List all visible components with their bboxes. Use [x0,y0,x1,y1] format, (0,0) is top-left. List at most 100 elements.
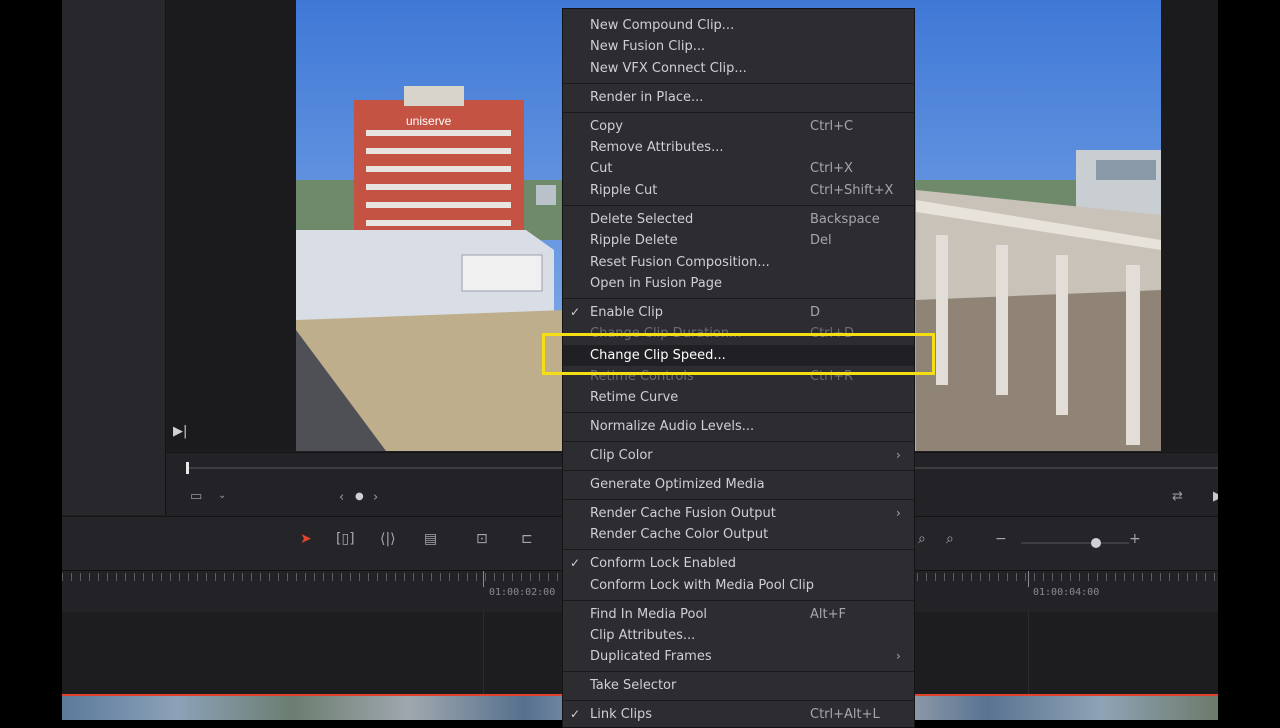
menu-item[interactable]: New Fusion Clip... [563,36,914,57]
timecode-label: 01:00:04:00 [1033,587,1100,598]
prev-icon[interactable]: ‹ [339,491,344,504]
menu-item-shortcut: Backspace [810,211,880,227]
menu-item-shortcut: Alt+F [810,606,846,622]
submenu-arrow-icon: › [896,448,901,463]
menu-item[interactable]: Generate Optimized Media [563,474,914,495]
zoom-minus-button[interactable]: − [995,528,1007,550]
menu-item-shortcut: Ctrl+C [810,118,854,134]
menu-item[interactable]: Delete Selected Backspace [563,209,914,230]
menu-item[interactable]: Ripple Cut Ctrl+Shift+X [563,180,914,201]
crop-icon[interactable]: ▭ [190,490,202,503]
blade-icon[interactable]: ▤ [424,528,437,550]
menu-item-label: Link Clips [590,707,653,723]
menu-item[interactable]: New Compound Clip... [563,15,914,36]
left-panel [62,0,166,515]
menu-item[interactable]: Cut Ctrl+X [563,158,914,179]
menu-item-label: Retime Curve [590,390,679,406]
menu-item[interactable]: Clip Attributes... [563,625,914,646]
zoom-plus-button[interactable]: + [1129,528,1141,550]
menu-item[interactable]: Ripple Delete Del [563,230,914,251]
highlight-outline [542,333,935,375]
menu-item-label: New Compound Clip... [590,18,735,33]
zoom-fit-icon[interactable]: ⌕ [918,528,926,550]
menu-item-shortcut: D [810,304,821,320]
playhead-handle[interactable] [186,462,189,474]
menu-item[interactable]: Remove Attributes... [563,137,914,158]
selection-arrow-icon[interactable]: ➤ [300,528,312,550]
zoom-detail-icon[interactable]: ⌕ [946,528,954,550]
menu-item-shortcut: Ctrl+X [810,161,853,177]
menu-separator [563,441,914,443]
submenu-arrow-icon: › [896,649,901,664]
menu-item-label: Take Selector [590,678,677,694]
menu-item-label: Open in Fusion Page [590,275,723,291]
chevron-down-icon[interactable]: ⌄ [218,491,226,501]
menu-item-label: Ripple Cut [590,182,658,198]
menu-separator [563,599,914,601]
menu-item-label: Render in Place... [590,89,704,105]
menu-item-label: Reset Fusion Composition... [590,254,770,270]
menu-item[interactable]: Reset Fusion Composition... [563,252,914,273]
menu-item[interactable]: Take Selector [563,675,914,696]
menu-item-shortcut: Ctrl+Shift+X [810,182,894,198]
checkmark-icon: ✓ [570,304,581,319]
menu-separator [563,499,914,500]
menu-item-label: Delete Selected [590,211,694,227]
menu-item-label: Ripple Delete [590,233,678,249]
menu-item[interactable]: Retime Curve [563,387,914,408]
menu-item-shortcut: Del [810,233,832,249]
menu-item[interactable]: Normalize Audio Levels... [563,416,914,437]
menu-item[interactable]: New VFX Connect Clip... [563,58,914,79]
dynamic-trim-icon[interactable]: ⟨|⟩ [380,528,396,550]
menu-item[interactable]: ✓ Enable Clip D [563,302,914,323]
menu-item-label: Enable Clip [590,304,663,320]
timecode-label: 01:00:02:00 [489,587,556,598]
menu-item-label: New Fusion Clip... [590,39,706,55]
menu-item[interactable]: Clip Color › [563,445,914,466]
menu-item-label: Clip Color [590,448,653,464]
menu-item-label: Render Cache Color Output [590,527,769,543]
menu-item[interactable]: Open in Fusion Page [563,273,914,294]
menu-item-label: Clip Attributes... [590,628,696,643]
checkmark-icon: ✓ [570,707,581,722]
dot-icon: ● [355,491,364,502]
checkmark-icon: ✓ [570,556,581,571]
menu-separator [563,470,914,472]
menu-item-label: New VFX Connect Clip... [590,60,747,76]
menu-item[interactable]: Copy Ctrl+C [563,116,914,137]
menu-item-label: Generate Optimized Media [590,477,765,493]
play-icon[interactable]: ▶ [1213,490,1218,503]
menu-separator [563,297,914,299]
menu-separator [563,412,914,414]
menu-separator [563,204,914,206]
menu-item-label: Normalize Audio Levels... [590,419,755,435]
menu-item[interactable]: Render in Place... [563,87,914,108]
insert-icon[interactable]: ⊏ [521,528,533,550]
menu-separator [563,82,914,84]
menu-item-label: Copy [590,118,623,134]
submenu-arrow-icon: › [896,506,901,520]
menu-item[interactable]: Render Cache Color Output [563,524,914,545]
overwrite-icon[interactable]: ⊡ [476,528,488,550]
zoom-slider-handle[interactable] [1091,538,1101,548]
menu-item[interactable]: ✓ Conform Lock Enabled [563,553,914,574]
zoom-slider[interactable] [1021,542,1129,544]
menu-item[interactable]: ✓ Link Clips Ctrl+Alt+L [563,704,914,725]
menu-separator [563,549,914,551]
menu-separator [563,671,914,673]
loop-icon[interactable]: ⇄ [1172,490,1183,503]
menu-item[interactable]: Duplicated Frames › [563,646,914,667]
menu-item-label: Remove Attributes... [590,140,724,155]
menu-item-label: Conform Lock with Media Pool Clip [590,577,814,593]
menu-item-label: Render Cache Fusion Output [590,506,776,521]
menu-item[interactable]: Render Cache Fusion Output › [563,503,914,524]
menu-item-label: Conform Lock Enabled [590,556,737,572]
menu-item-label: Find In Media Pool [590,606,708,622]
trim-icon[interactable]: [▯] [336,528,355,550]
building-sign-text: uniserve [406,114,452,128]
menu-separator [563,700,914,702]
menu-item[interactable]: Find In Media Pool Alt+F [563,604,914,625]
next-icon[interactable]: › [373,491,378,504]
skip-to-end-icon[interactable]: ▶| [173,425,187,438]
menu-item[interactable]: Conform Lock with Media Pool Clip [563,575,914,596]
